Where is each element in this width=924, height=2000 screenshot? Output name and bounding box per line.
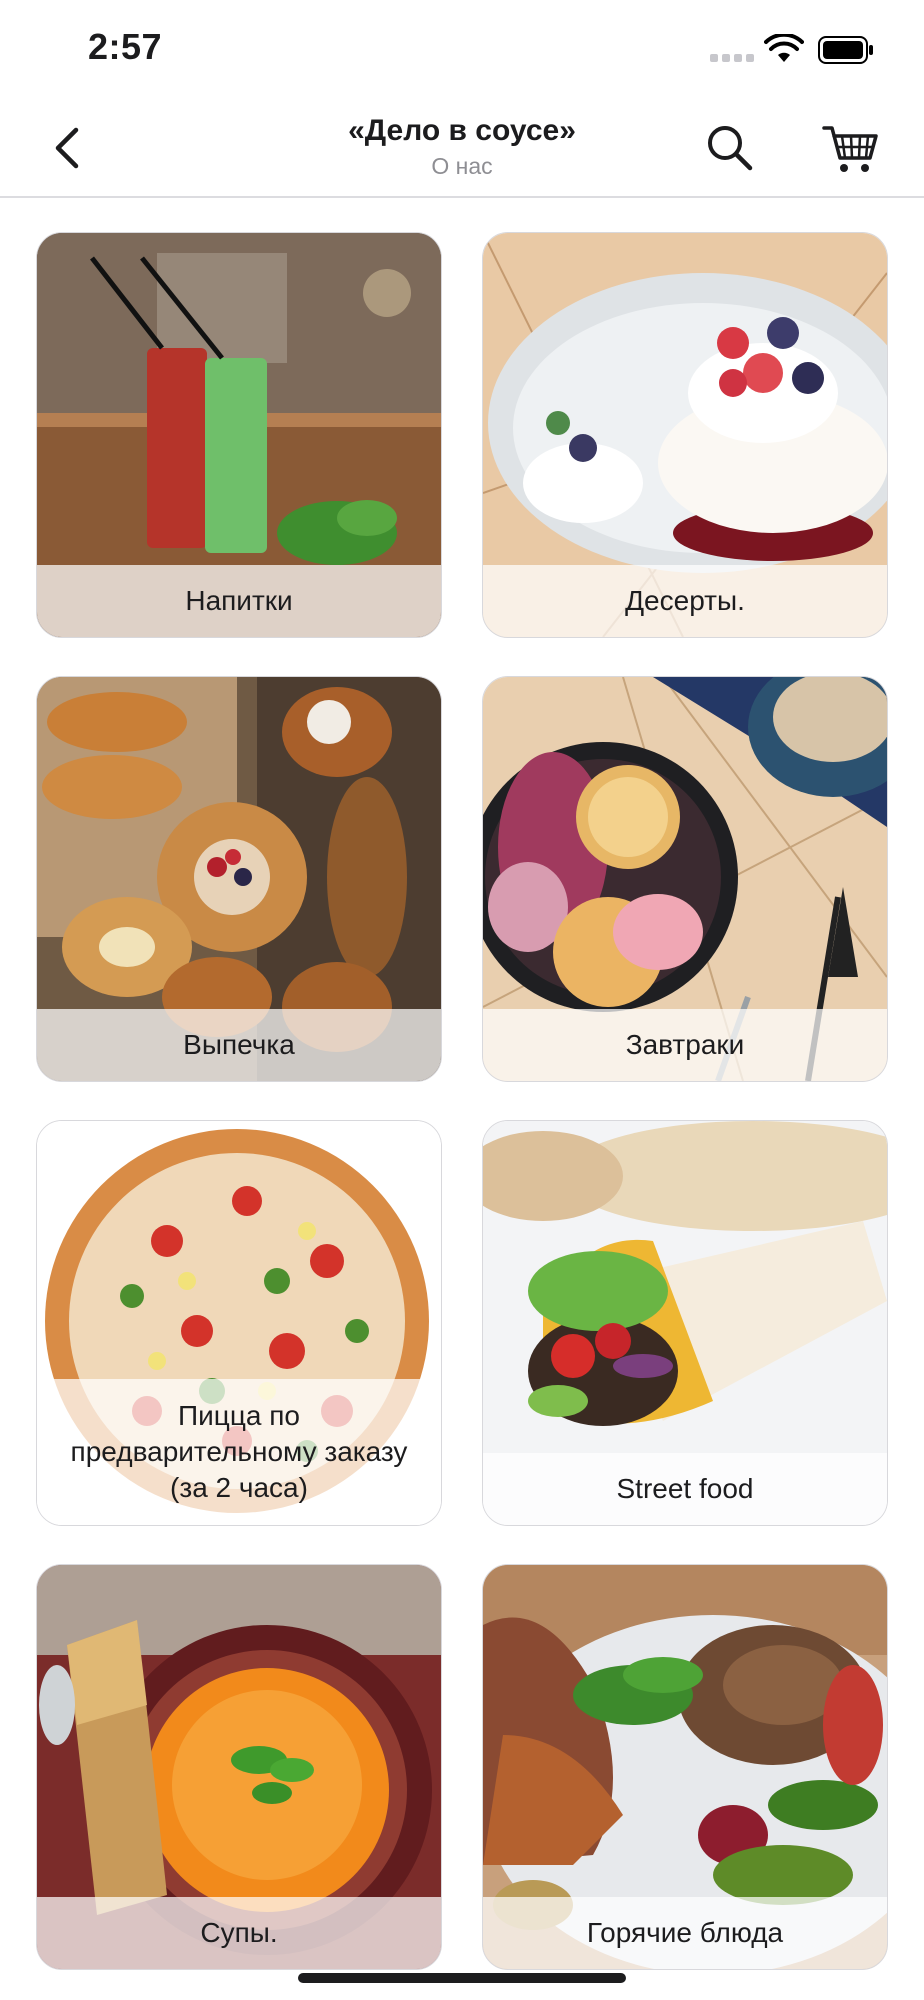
category-card-desserts[interactable]: Десерты. [482, 232, 888, 638]
category-label: Завтраки [483, 1009, 887, 1081]
category-label: Напитки [37, 565, 441, 637]
nav-title-group: «Дело в соусе» О нас [262, 112, 662, 182]
category-label: Выпечка [37, 1009, 441, 1081]
category-card-soups[interactable]: Супы. [36, 1564, 442, 1970]
battery-icon [818, 36, 873, 64]
cart-icon[interactable] [820, 118, 880, 178]
category-card-hot-dishes[interactable]: Горячие блюда [482, 1564, 888, 1970]
back-chevron-icon[interactable] [40, 120, 96, 176]
category-grid: Напитки Десерты. Выпечка Завтраки Пицца … [36, 232, 888, 1970]
category-card-pastry[interactable]: Выпечка [36, 676, 442, 1082]
category-label: Десерты. [483, 565, 887, 637]
status-time: 2:57 [88, 26, 163, 67]
category-label: Street food [483, 1453, 887, 1525]
cellular-signal-icon [710, 54, 754, 62]
category-label: Пицца по предварительному заказу (за 2 ч… [37, 1379, 441, 1525]
category-label: Горячие блюда [483, 1897, 887, 1969]
category-card-pizza[interactable]: Пицца по предварительному заказу (за 2 ч… [36, 1120, 442, 1526]
navigation-bar: «Дело в соусе» О нас [0, 100, 924, 198]
status-bar: 2:57 [0, 0, 924, 100]
page-title: «Дело в соусе» [348, 114, 576, 147]
wifi-icon [764, 34, 804, 62]
search-icon[interactable] [704, 122, 756, 174]
category-card-breakfast[interactable]: Завтраки [482, 676, 888, 1082]
category-label: Супы. [37, 1897, 441, 1969]
page-subtitle-link[interactable]: О нас [262, 150, 662, 182]
category-card-drinks[interactable]: Напитки [36, 232, 442, 638]
home-indicator[interactable] [298, 1973, 626, 1983]
category-card-street-food[interactable]: Street food [482, 1120, 888, 1526]
